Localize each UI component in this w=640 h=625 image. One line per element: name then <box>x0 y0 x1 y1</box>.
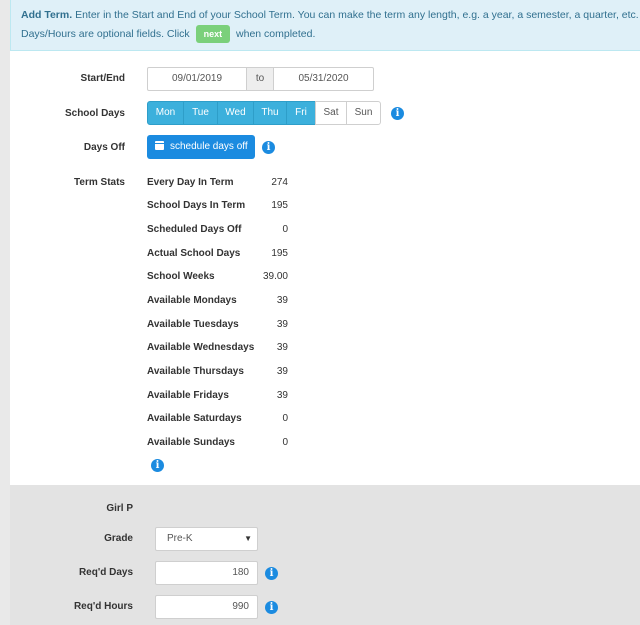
info-icon[interactable]: i <box>262 141 275 154</box>
reqd-days-label: Req'd Days <box>78 567 133 578</box>
stat-name: Actual School Days <box>147 248 241 259</box>
stat-name: Available Sundays <box>147 437 235 448</box>
stat-name: Every Day In Term <box>147 177 234 188</box>
grade-select-value: Pre-K <box>167 533 193 544</box>
stat-value: 274 <box>271 177 288 188</box>
days-off-label: Days Off <box>83 142 125 153</box>
stat-value: 195 <box>271 200 288 211</box>
day-toggle-thu[interactable]: Thu <box>253 101 287 125</box>
day-toggle-sun[interactable]: Sun <box>346 101 381 125</box>
stat-value: 39.00 <box>262 271 288 282</box>
stat-value: 39 <box>276 390 288 401</box>
grade-label: Grade <box>104 533 133 544</box>
reqd-days-input[interactable]: 180 <box>155 561 258 585</box>
info-icon[interactable]: i <box>391 107 404 120</box>
stat-name: Available Tuesdays <box>147 319 239 330</box>
stat-value: 0 <box>282 224 288 235</box>
grade-select[interactable]: Pre-K ▼ <box>155 527 258 551</box>
alert-title: Add Term. <box>21 9 73 21</box>
stat-value: 39 <box>276 342 288 353</box>
caret-down-icon: ▼ <box>244 534 252 543</box>
stat-value: 0 <box>282 413 288 424</box>
school-days-toggle-group: Mon Tue Wed Thu Fri Sat Sun <box>147 101 381 125</box>
alert-text-after: when completed. <box>236 28 316 40</box>
school-days-label: School Days <box>64 108 125 119</box>
info-icon[interactable]: i <box>265 567 278 580</box>
date-separator: to <box>247 67 273 91</box>
reqd-hours-label: Req'd Hours <box>73 601 133 612</box>
end-date-input[interactable]: 05/31/2020 <box>273 67 374 91</box>
day-toggle-sat[interactable]: Sat <box>315 101 347 125</box>
alert-text: Enter in the Start and End of your Schoo… <box>75 9 640 21</box>
term-stats-label: Term Stats <box>74 177 125 188</box>
alert-line-1: Add Term. Enter in the Start and End of … <box>21 6 640 25</box>
day-toggle-fri[interactable]: Fri <box>286 101 316 125</box>
day-toggle-tue[interactable]: Tue <box>183 101 218 125</box>
stat-value: 195 <box>271 248 288 259</box>
left-frame-border <box>0 0 10 625</box>
calendar-icon <box>155 141 164 150</box>
info-alert: Add Term. Enter in the Start and End of … <box>10 0 640 51</box>
info-icon[interactable]: i <box>265 601 278 614</box>
info-icon[interactable]: i <box>151 459 164 472</box>
alert-text-before: Days/Hours are optional fields. Click <box>21 28 190 40</box>
schedule-days-off-label: schedule days off <box>170 141 248 152</box>
stat-value: 39 <box>276 319 288 330</box>
start-date-input[interactable]: 09/01/2019 <box>147 67 247 91</box>
start-end-label: Start/End <box>80 73 125 84</box>
stat-value: 0 <box>282 437 288 448</box>
stat-name: Available Mondays <box>147 295 237 306</box>
student-name: Girl P <box>106 503 133 514</box>
stat-value: 39 <box>276 295 288 306</box>
day-toggle-mon[interactable]: Mon <box>147 101 184 125</box>
day-toggle-wed[interactable]: Wed <box>217 101 254 125</box>
stat-value: 39 <box>276 366 288 377</box>
alert-line-2: Days/Hours are optional fields. Click ne… <box>21 25 639 44</box>
reqd-hours-input[interactable]: 990 <box>155 595 258 619</box>
next-button[interactable]: next <box>195 25 231 44</box>
schedule-days-off-button[interactable]: schedule days off <box>147 135 255 159</box>
stat-name: Available Fridays <box>147 390 229 401</box>
stat-name: School Weeks <box>147 271 215 282</box>
